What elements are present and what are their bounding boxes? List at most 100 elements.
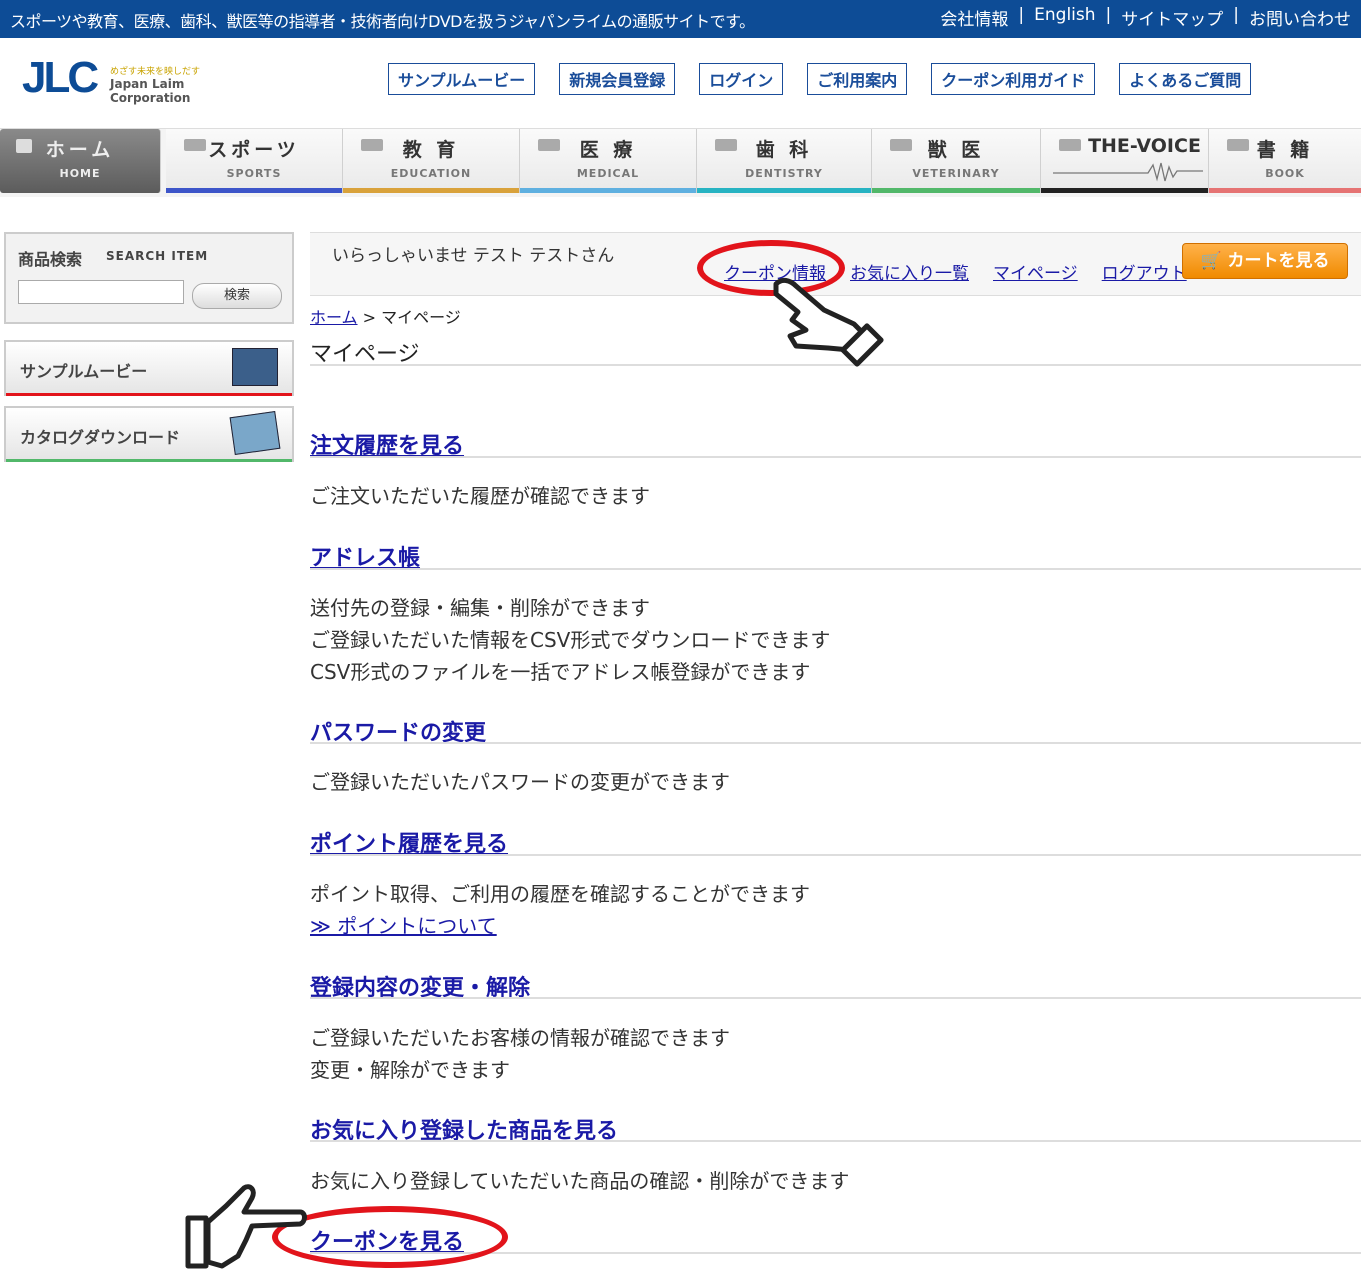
section-divider [310, 854, 1361, 856]
search-box: 商品検索 SEARCH ITEM 検索 [4, 232, 294, 324]
desc-line: CSV形式のファイルを一括でアドレス帳登録ができます [310, 660, 811, 684]
tab-label: 獣 医 [927, 139, 985, 161]
top-links: 会社情報 | English | サイトマップ | お問い合わせ [940, 5, 1351, 30]
banner-underline [6, 459, 292, 462]
coupon-guide-button[interactable]: クーポン利用ガイド [931, 63, 1096, 95]
logout-link[interactable]: ログアウト [1102, 259, 1187, 284]
sample-movie-button[interactable]: サンプルムービー [388, 63, 536, 95]
registration-change-desc: ご登録いただいたお客様の情報が確認できます 変更・解除ができます [310, 1022, 730, 1086]
order-history-desc: ご注文いただいた履歴が確認できます [310, 480, 650, 512]
tab-label: スポーツ [208, 139, 300, 161]
desc-line: ご登録いただいたお客様の情報が確認できます [310, 1026, 730, 1050]
tab-color-bar [166, 188, 342, 193]
tab-color-bar [343, 188, 519, 193]
tab-sports[interactable]: スポーツ SPORTS [166, 129, 343, 193]
pointing-hand-icon [773, 277, 884, 367]
contact-link[interactable]: お問い合わせ [1249, 5, 1351, 30]
search-button[interactable]: 検索 [192, 283, 282, 309]
faq-button[interactable]: よくあるご質問 [1119, 63, 1252, 95]
breadcrumb: ホーム > マイページ [310, 304, 461, 328]
section-divider [310, 1140, 1361, 1142]
point-history-desc: ポイント取得、ご利用の履歴を確認することができます ≫ ポイントについて [310, 878, 810, 942]
cart-icon: 🛒 [1200, 251, 1222, 271]
site-logo[interactable]: JLC めざす未来を映しだす Japan Laim Corporation [22, 53, 262, 106]
password-change-desc: ご登録いただいたパスワードの変更ができます [310, 766, 730, 798]
english-link[interactable]: English [1034, 5, 1095, 30]
view-cart-label: カートを見る [1227, 251, 1330, 271]
catalog-download-label: カタログダウンロード [20, 428, 181, 447]
tab-label: 教 育 [402, 139, 460, 161]
login-button[interactable]: ログイン [699, 63, 784, 95]
category-tabs: ホーム HOME スポーツ SPORTS 教 育 EDUCATION 医 療 M… [0, 128, 1361, 197]
tab-color-bar [520, 188, 696, 193]
logo-tagline: めざす未来を映しだす [110, 67, 201, 77]
top-link-separator: | [1233, 5, 1239, 25]
breadcrumb-home-link[interactable]: ホーム [310, 308, 358, 327]
search-input[interactable] [18, 280, 184, 304]
tab-label-en: EDUCATION [390, 167, 472, 180]
new-member-button[interactable]: 新規会員登録 [559, 63, 676, 95]
company-info-link[interactable]: 会社情報 [940, 5, 1008, 30]
section-divider [310, 742, 1361, 744]
section-divider [310, 568, 1361, 570]
logo-mark: JLC [22, 53, 99, 102]
film-icon [232, 348, 278, 386]
desc-line: 送付先の登録・編集・削除ができます [310, 596, 650, 620]
tab-label: ホーム [45, 139, 115, 161]
pointing-hand-icon [185, 1184, 307, 1269]
tab-color-bar [872, 188, 1040, 193]
view-cart-button[interactable]: 🛒 カートを見る [1182, 243, 1348, 279]
tab-label-en: BOOK [1265, 167, 1305, 180]
waveform-icon [1053, 162, 1203, 182]
catalog-download-banner[interactable]: カタログダウンロード [4, 406, 294, 462]
search-title-en: SEARCH ITEM [106, 249, 209, 263]
tab-dentistry[interactable]: 歯 科 DENTISTRY [697, 129, 872, 193]
tab-the-voice[interactable]: THE-VOICE [1041, 129, 1209, 193]
tab-label: 歯 科 [755, 139, 813, 161]
desc-line: ご注文いただいた履歴が確認できます [310, 484, 650, 508]
tab-label: 書 籍 [1256, 139, 1314, 161]
desc-line: ポイント取得、ご利用の履歴を確認することができます [310, 882, 810, 906]
tab-label-en: SPORTS [226, 167, 282, 180]
site-header: JLC めざす未来を映しだす Japan Laim Corporation サン… [0, 38, 1361, 128]
search-title: 商品検索 [18, 250, 83, 269]
sample-movie-banner[interactable]: サンプルムービー [4, 340, 294, 396]
desc-line: 変更・解除ができます [310, 1058, 510, 1082]
tab-book[interactable]: 書 籍 BOOK [1209, 129, 1361, 193]
tab-veterinary[interactable]: 獣 医 VETERINARY [872, 129, 1041, 193]
sample-movie-label: サンプルムービー [20, 362, 148, 381]
tab-label-en: VETERINARY [912, 167, 1000, 180]
tab-education[interactable]: 教 育 EDUCATION [343, 129, 520, 193]
tab-label-en: MEDICAL [576, 167, 640, 180]
tab-color-bar [1041, 188, 1208, 193]
breadcrumb-separator: > [362, 308, 377, 327]
desc-line: お気に入り登録していただいた商品の確認・削除ができます [310, 1169, 850, 1193]
favorites-items-desc: お気に入り登録していただいた商品の確認・削除ができます [310, 1165, 849, 1197]
tab-home[interactable]: ホーム HOME [0, 129, 161, 193]
greeting-text: いらっしゃいませ テスト テストさん [332, 246, 615, 266]
usage-guide-button[interactable]: ご利用案内 [807, 63, 908, 95]
tab-label: 医 療 [579, 139, 637, 161]
tab-label: THE-VOICE [1088, 135, 1201, 157]
desc-line: ご登録いただいたパスワードの変更ができます [310, 770, 730, 794]
tab-color-bar [1209, 188, 1361, 193]
sitemap-link[interactable]: サイトマップ [1121, 5, 1223, 30]
address-book-desc: 送付先の登録・編集・削除ができます ご登録いただいた情報をCSV形式でダウンロー… [310, 592, 830, 688]
top-link-separator: | [1018, 5, 1025, 25]
tab-label-en: HOME [59, 167, 101, 180]
header-nav: サンプルムービー 新規会員登録 ログイン ご利用案内 クーポン利用ガイド よくあ… [388, 63, 1252, 95]
mypage-link[interactable]: マイページ [993, 259, 1078, 284]
top-link-separator: | [1105, 5, 1112, 25]
catalog-icon [229, 410, 281, 456]
site-tagline: スポーツや教育、医療、歯科、獣医等の指導者・技術者向けDVDを扱うジャパンライム… [10, 12, 755, 31]
section-divider [310, 997, 1361, 999]
tab-medical[interactable]: 医 療 MEDICAL [520, 129, 697, 193]
video-icon [1059, 139, 1081, 151]
top-bar: スポーツや教育、医療、歯科、獣医等の指導者・技術者向けDVDを扱うジャパンライム… [0, 0, 1361, 38]
about-points-link[interactable]: ≫ ポイントについて [310, 910, 810, 942]
breadcrumb-current: マイページ [381, 308, 461, 327]
tab-label-en: DENTISTRY [745, 167, 823, 180]
section-divider [310, 456, 1361, 458]
tab-color-bar [697, 188, 871, 193]
desc-line: ご登録いただいた情報をCSV形式でダウンロードできます [310, 628, 831, 652]
